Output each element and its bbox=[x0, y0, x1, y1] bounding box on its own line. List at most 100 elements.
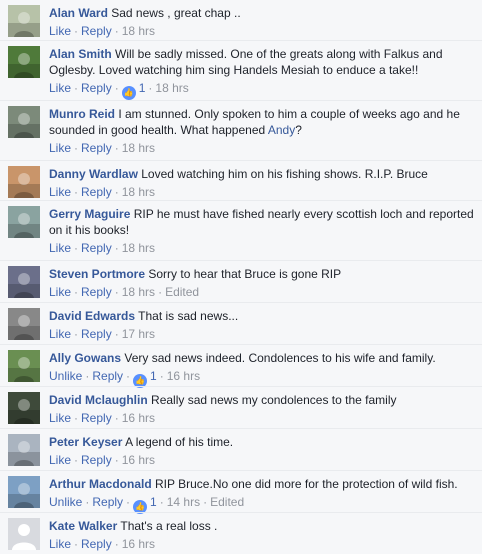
commenter-name[interactable]: Gerry Maguire bbox=[49, 207, 130, 221]
like-button[interactable]: Like bbox=[49, 241, 71, 255]
avatar[interactable] bbox=[8, 518, 40, 550]
commenter-name[interactable]: David Edwards bbox=[49, 309, 135, 323]
avatar[interactable] bbox=[8, 5, 40, 37]
comment-body: Alan Smith Will be sadly missed. One of … bbox=[49, 46, 478, 100]
comment-body: Arthur Macdonald RIP Bruce.No one did mo… bbox=[49, 476, 478, 514]
separator-dot: · bbox=[114, 141, 119, 155]
comment-actions: Like · Reply · 16 hrs bbox=[49, 537, 478, 551]
like-button[interactable]: Like bbox=[49, 285, 71, 299]
avatar[interactable] bbox=[8, 476, 40, 508]
separator-dot: · bbox=[114, 327, 119, 341]
comment-item: Danny Wardlaw Loved watching him on his … bbox=[0, 160, 482, 200]
comment-text-end: ? bbox=[295, 123, 302, 137]
commenter-name[interactable]: Arthur Macdonald bbox=[49, 477, 152, 491]
like-button[interactable]: Like bbox=[49, 537, 71, 551]
unlike-button[interactable]: Unlike bbox=[49, 495, 82, 509]
commenter-name[interactable]: Alan Smith bbox=[49, 47, 112, 61]
timestamp[interactable]: 18 hrs bbox=[122, 241, 155, 255]
separator-dot: · bbox=[74, 24, 79, 38]
separator-dot: · bbox=[74, 241, 79, 255]
reply-button[interactable]: Reply bbox=[81, 285, 112, 299]
comment-item: Alan Ward Sad news , great chap .. Like · R… bbox=[0, 0, 482, 40]
timestamp[interactable]: 16 hrs bbox=[122, 537, 155, 551]
comment-item: Gerry Maguire RIP he must have fished ne… bbox=[0, 200, 482, 260]
separator-dot: · bbox=[74, 285, 79, 299]
comment-body: Alan Ward Sad news , great chap .. Like · R… bbox=[49, 5, 478, 38]
separator-dot: · bbox=[74, 411, 79, 425]
separator-dot: · bbox=[85, 369, 90, 383]
commenter-name[interactable]: Steven Portmore bbox=[49, 267, 145, 281]
like-button[interactable]: Like bbox=[49, 185, 71, 199]
like-button[interactable]: Like bbox=[49, 24, 71, 38]
comment-actions: Like · Reply · 18 hrs · Edited bbox=[49, 285, 478, 299]
timestamp[interactable]: 16 hrs bbox=[122, 411, 155, 425]
like-button[interactable]: Like bbox=[49, 411, 71, 425]
reactions[interactable]: 👍 1 bbox=[121, 81, 145, 100]
comment-body: Danny Wardlaw Loved watching him on his … bbox=[49, 166, 478, 199]
comment-item: David Edwards That is sad news... Like · Re… bbox=[0, 302, 482, 344]
mention-link[interactable]: Andy bbox=[268, 123, 295, 137]
reply-button[interactable]: Reply bbox=[81, 241, 112, 255]
timestamp[interactable]: 18 hrs bbox=[155, 81, 188, 95]
comment-body: Gerry Maguire RIP he must have fished ne… bbox=[49, 206, 478, 255]
separator-dot: · bbox=[74, 327, 79, 341]
reply-button[interactable]: Reply bbox=[81, 24, 112, 38]
commenter-name[interactable]: Munro Reid bbox=[49, 107, 115, 121]
reply-button[interactable]: Reply bbox=[81, 185, 112, 199]
timestamp[interactable]: 17 hrs bbox=[122, 327, 155, 341]
comment-text: That is sad news... bbox=[138, 309, 239, 323]
like-button[interactable]: Like bbox=[49, 141, 71, 155]
comment-actions: Like · Reply · 18 hrs bbox=[49, 241, 478, 255]
avatar[interactable] bbox=[8, 308, 40, 340]
timestamp[interactable]: 14 hrs bbox=[167, 495, 200, 509]
avatar[interactable] bbox=[8, 46, 40, 78]
commenter-name[interactable]: David Mclaughlin bbox=[49, 393, 148, 407]
commenter-name[interactable]: Peter Keyser bbox=[49, 435, 122, 449]
timestamp[interactable]: 18 hrs bbox=[122, 141, 155, 155]
avatar[interactable] bbox=[8, 392, 40, 424]
timestamp[interactable]: 18 hrs bbox=[122, 24, 155, 38]
separator-dot: · bbox=[159, 495, 164, 509]
avatar[interactable] bbox=[8, 206, 40, 238]
reaction-count: 1 bbox=[150, 495, 157, 509]
reply-button[interactable]: Reply bbox=[81, 411, 112, 425]
commenter-name[interactable]: Kate Walker bbox=[49, 519, 117, 533]
avatar[interactable] bbox=[8, 106, 40, 138]
separator-dot: · bbox=[114, 81, 119, 95]
reply-button[interactable]: Reply bbox=[81, 453, 112, 467]
avatar[interactable] bbox=[8, 166, 40, 198]
comment-item: Steven Portmore Sorry to hear that Bruce… bbox=[0, 260, 482, 302]
commenter-name[interactable]: Alan Ward bbox=[49, 6, 108, 20]
reactions[interactable]: 👍 1 bbox=[133, 495, 157, 514]
timestamp[interactable]: 16 hrs bbox=[167, 369, 200, 383]
like-button[interactable]: Like bbox=[49, 81, 71, 95]
timestamp[interactable]: 18 hrs bbox=[122, 285, 155, 299]
reply-button[interactable]: Reply bbox=[92, 369, 123, 383]
edited-label[interactable]: Edited bbox=[165, 285, 199, 299]
comment-text: Sorry to hear that Bruce is gone RIP bbox=[148, 267, 342, 281]
separator-dot: · bbox=[158, 285, 163, 299]
reply-button[interactable]: Reply bbox=[81, 327, 112, 341]
avatar[interactable] bbox=[8, 434, 40, 466]
comment-body: Peter Keyser A legend of his time. Like · R… bbox=[49, 434, 478, 467]
commenter-name[interactable]: Danny Wardlaw bbox=[49, 167, 138, 181]
reply-button[interactable]: Reply bbox=[92, 495, 123, 509]
timestamp[interactable]: 16 hrs bbox=[122, 453, 155, 467]
edited-label[interactable]: Edited bbox=[210, 495, 244, 509]
reactions[interactable]: 👍 1 bbox=[133, 369, 157, 388]
like-button[interactable]: Like bbox=[49, 453, 71, 467]
comment-text: That's a real loss . bbox=[120, 519, 218, 533]
comment-actions: Like · Reply · 16 hrs bbox=[49, 453, 478, 467]
reply-button[interactable]: Reply bbox=[81, 81, 112, 95]
timestamp[interactable]: 18 hrs bbox=[122, 185, 155, 199]
reply-button[interactable]: Reply bbox=[81, 141, 112, 155]
avatar[interactable] bbox=[8, 266, 40, 298]
unlike-button[interactable]: Unlike bbox=[49, 369, 82, 383]
separator-dot: · bbox=[74, 81, 79, 95]
avatar[interactable] bbox=[8, 350, 40, 382]
like-button[interactable]: Like bbox=[49, 327, 71, 341]
thumbs-up-icon: 👍 bbox=[121, 86, 136, 100]
reply-button[interactable]: Reply bbox=[81, 537, 112, 551]
commenter-name[interactable]: Ally Gowans bbox=[49, 351, 121, 365]
separator-dot: · bbox=[74, 537, 79, 551]
